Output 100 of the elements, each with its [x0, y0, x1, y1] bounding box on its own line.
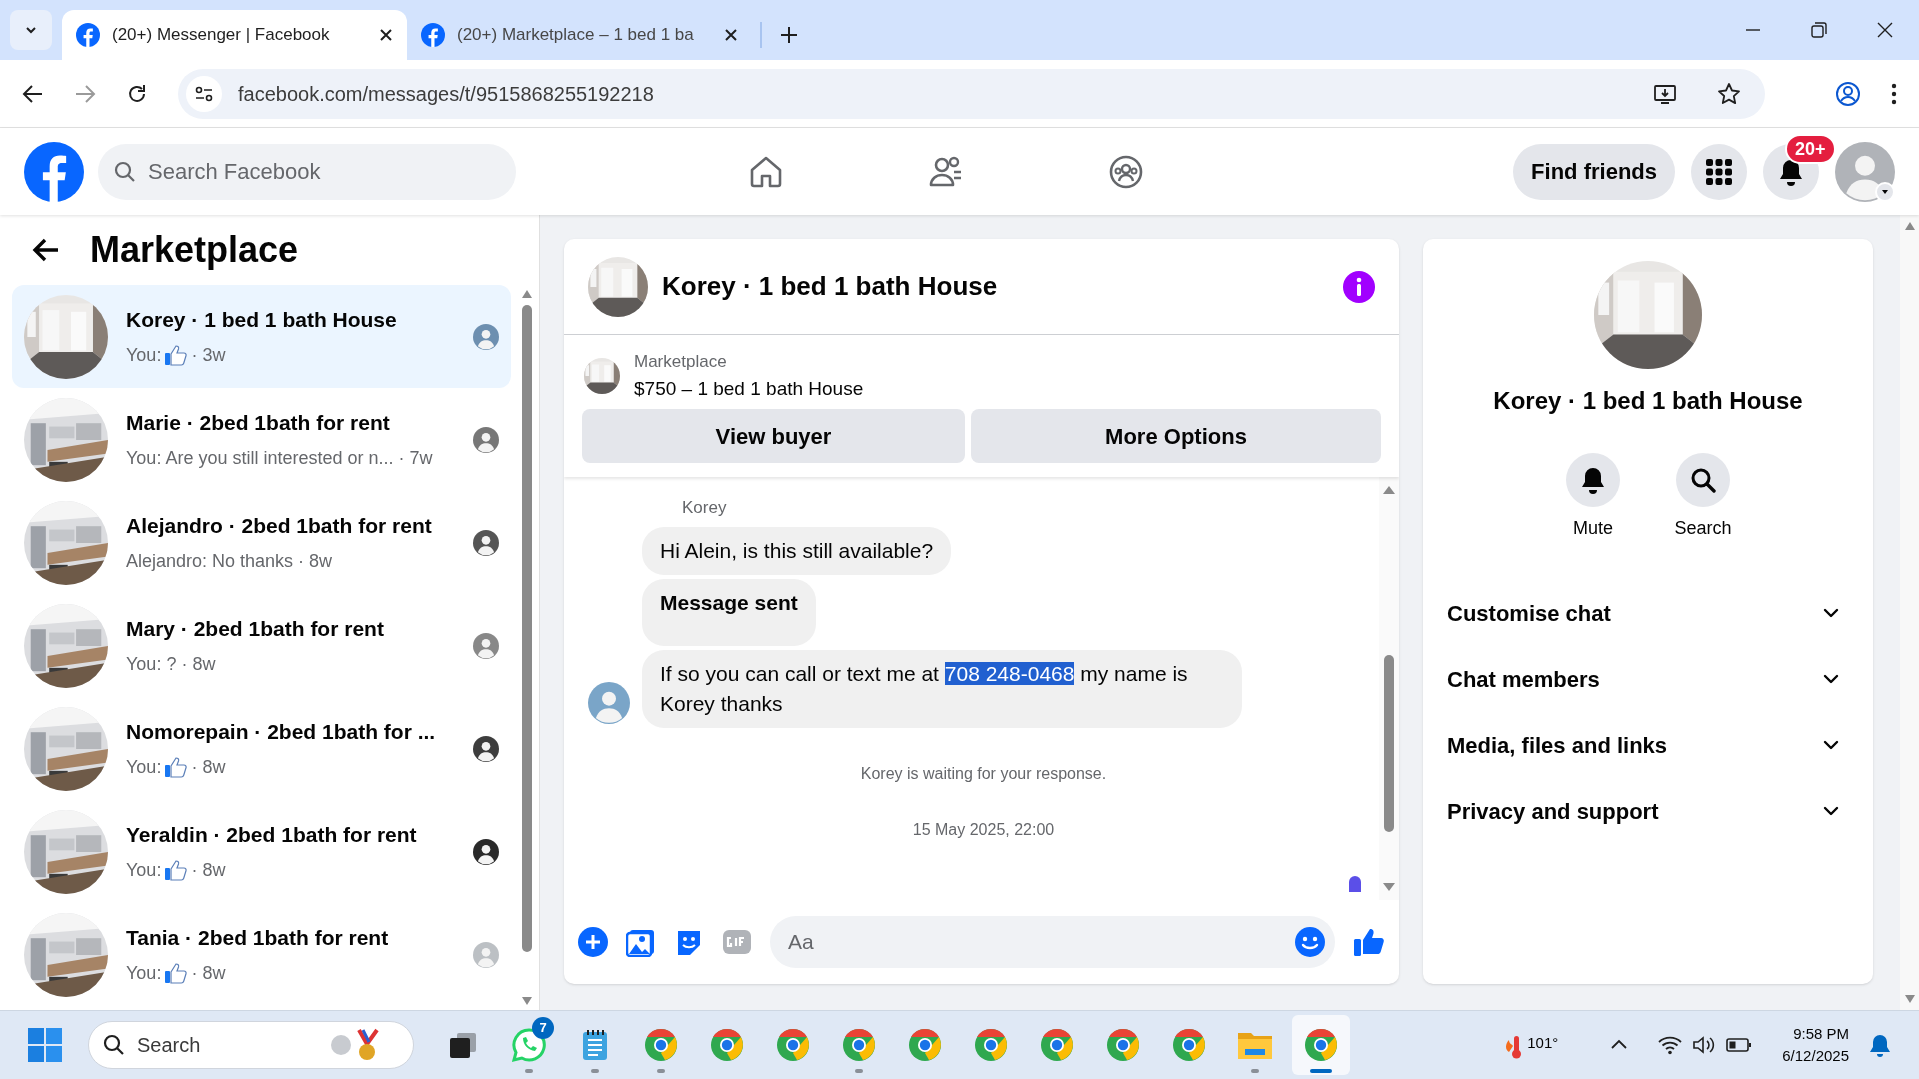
browser-icon: [644, 1028, 678, 1062]
thumbs-up-icon: [164, 859, 189, 882]
conversation-title: Marie · 2bed 1bath for rent: [126, 410, 391, 437]
conversation-item[interactable]: Korey · 1 bed 1 bath House You: · 3w: [12, 285, 511, 388]
site-info-icon[interactable]: [186, 75, 222, 112]
listing-label: Marketplace: [634, 351, 728, 373]
avatar-icon: [1835, 141, 1895, 202]
forward-icon[interactable]: [74, 82, 96, 105]
seen-indicator-icon: [1347, 874, 1363, 892]
thumbs-up-icon: [164, 962, 189, 985]
message-preview: Alejandro: No thanks: [126, 549, 294, 573]
search-icon: [1690, 467, 1716, 493]
facebook-logo-icon: [24, 141, 84, 202]
scroll-up-icon[interactable]: [1382, 485, 1396, 495]
message-time: · 7w: [398, 446, 433, 470]
new-tab-icon[interactable]: [780, 26, 798, 44]
close-icon[interactable]: [1877, 22, 1893, 38]
start-icon[interactable]: [28, 1028, 62, 1062]
avatar-icon: [473, 323, 499, 350]
message-time: · 3w: [191, 343, 226, 367]
search-icon: [103, 1034, 125, 1056]
conversation-title: Korey · 1 bed 1 bath House: [126, 307, 398, 334]
thumbs-up-icon[interactable]: [1353, 926, 1385, 958]
thumbs-up-icon: [164, 756, 189, 779]
plus-icon[interactable]: [578, 927, 608, 957]
notification-bell-icon[interactable]: [1869, 1033, 1891, 1057]
conversation-title: Nomorepain · 2bed 1bath for ...: [126, 719, 437, 746]
browser-icon: [974, 1028, 1008, 1062]
address-bar[interactable]: facebook.com/messages/t/9515868255192218: [178, 68, 1765, 119]
tab-title: (20+) Marketplace – 1 bed 1 ba: [457, 24, 695, 47]
browser-tab[interactable]: (20+) Marketplace – 1 bed 1 ba: [407, 10, 752, 60]
avatar-icon: [473, 941, 499, 968]
reload-icon[interactable]: [126, 82, 148, 105]
message-time: · 8w: [298, 549, 333, 573]
notification-badge: 20+: [1785, 133, 1836, 164]
taskbar-app[interactable]: 7: [500, 1015, 558, 1075]
message-time: · 8w: [181, 652, 216, 676]
find-friends-button[interactable]: Find friends: [1513, 143, 1675, 200]
groups-icon[interactable]: [1108, 153, 1144, 190]
volume-icon[interactable]: [1692, 1035, 1717, 1055]
scroll-down-icon[interactable]: [1382, 882, 1396, 892]
task-view-icon: [448, 1030, 478, 1060]
message-input[interactable]: Aa: [770, 916, 1335, 968]
avatar-icon: [473, 735, 499, 762]
menu-icon[interactable]: [1891, 82, 1897, 105]
avatar-icon: [473, 426, 499, 453]
search-field[interactable]: Search Facebook: [98, 143, 516, 200]
tab-title: (20+) Messenger | Facebook: [112, 24, 331, 47]
taskbar-search[interactable]: Search: [88, 1021, 414, 1069]
scroll-thumb[interactable]: [1384, 655, 1394, 832]
message-time: · 8w: [191, 755, 226, 779]
restore-icon[interactable]: [1811, 22, 1827, 38]
image-icon[interactable]: [626, 927, 656, 957]
message-bubble: Message sent: [642, 578, 816, 646]
message-preview: You: Are you still interested or n...: [126, 446, 394, 470]
message-preview: You:: [126, 755, 162, 779]
facebook-logo-icon: [76, 23, 100, 47]
battery-icon[interactable]: [1726, 1036, 1753, 1054]
conversation-title: Yeraldin · 2bed 1bath for rent: [126, 822, 418, 849]
close-icon[interactable]: [724, 28, 738, 42]
conversation-title: Mary · 2bed 1bath for rent: [126, 616, 385, 643]
emoji-icon[interactable]: [1295, 927, 1325, 957]
message-bubble: If so you can call or text me at 708 248-0468 my name is Korey thanks: [642, 649, 1242, 728]
more-options-button[interactable]: More Options: [971, 409, 1381, 463]
browser-icon: [1172, 1028, 1206, 1062]
browser-icon: [908, 1028, 942, 1062]
browser-icon: [710, 1028, 744, 1062]
message-bubble: Hi Alein, is this still available?: [642, 526, 952, 575]
notification-badge: 7: [532, 1017, 554, 1039]
browser-icon: [842, 1028, 876, 1062]
avatar-icon: [588, 681, 630, 724]
sidebar-title: Marketplace: [90, 228, 299, 272]
message-preview: You:: [126, 343, 162, 367]
browser-icon: [1304, 1028, 1338, 1062]
profile-icon[interactable]: [1835, 80, 1861, 107]
weather-temperature: 101°: [1527, 1033, 1559, 1053]
scroll-up-icon[interactable]: [521, 289, 533, 299]
browser-icon: [776, 1028, 810, 1062]
thumbs-up-icon: [164, 344, 189, 367]
bookmark-star-icon[interactable]: [1717, 81, 1741, 106]
message-preview: You:: [126, 858, 162, 882]
conversation-title: Alejandro · 2bed 1bath for rent: [126, 513, 433, 540]
sender-name: Korey: [682, 497, 728, 519]
close-icon[interactable]: [379, 28, 393, 42]
scroll-down-icon[interactable]: [1903, 994, 1916, 1004]
wifi-icon[interactable]: [1658, 1035, 1683, 1055]
conversation-title: Tania · 2bed 1bath for rent: [126, 925, 390, 952]
clock-date: 6/12/2025: [1782, 1046, 1849, 1066]
back-arrow-icon[interactable]: [32, 237, 60, 263]
back-icon[interactable]: [22, 82, 44, 105]
browser-tab[interactable]: (20+) Messenger | Facebook: [62, 10, 407, 60]
facebook-logo-icon: [421, 23, 445, 47]
view-buyer-button[interactable]: View buyer: [582, 409, 965, 463]
info-icon[interactable]: [1343, 270, 1375, 303]
placeholder-text: Search Facebook: [148, 158, 321, 186]
scroll-down-icon[interactable]: [521, 996, 533, 1006]
scroll-up-icon[interactable]: [1903, 221, 1916, 231]
notepad-icon: [580, 1028, 610, 1062]
url-text: facebook.com/messages/t/9515868255192218: [238, 81, 655, 107]
grid-icon: [1706, 158, 1732, 185]
